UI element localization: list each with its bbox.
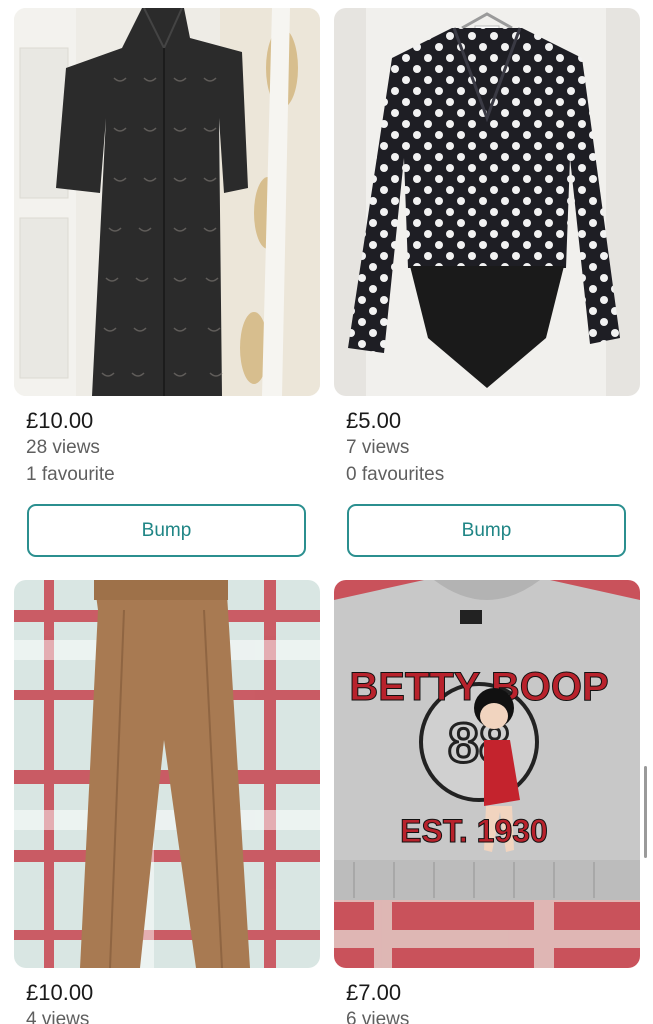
listing-card[interactable]: £10.00 4 views xyxy=(14,580,320,1024)
listing-photo-trousers[interactable] xyxy=(14,580,320,968)
listing-favourites: 0 favourites xyxy=(346,464,445,485)
betty-boop-sweatshirt-photo: 88 BETTY BOOP EST. 1930 xyxy=(334,580,640,968)
scrollbar-thumb[interactable] xyxy=(644,766,647,858)
print-est: EST. 1930 xyxy=(400,813,548,849)
trousers-photo xyxy=(14,580,320,968)
listing-views: 4 views xyxy=(26,1009,90,1024)
listing-views: 28 views xyxy=(26,437,100,458)
listing-price: £10.00 xyxy=(26,980,94,1005)
bump-button[interactable]: Bump xyxy=(27,504,306,557)
bump-button[interactable]: Bump xyxy=(347,504,626,557)
listing-grid: £10.00 28 views 1 favourite Bump £5.00 7… xyxy=(0,0,653,1024)
listing-favourites: 1 favourite xyxy=(26,464,115,485)
listing-photo-polka-bodysuit[interactable] xyxy=(334,8,640,396)
listing-card[interactable]: £5.00 7 views 0 favourites Bump xyxy=(334,8,640,557)
listing-photo-betty-boop-sweatshirt[interactable]: 88 BETTY BOOP EST. 1930 xyxy=(334,580,640,968)
listing-views: 6 views xyxy=(346,1009,410,1024)
listing-price: £10.00 xyxy=(26,408,94,433)
listing-photo-dress[interactable] xyxy=(14,8,320,396)
listing-price: £7.00 xyxy=(346,980,402,1005)
polka-bodysuit-photo xyxy=(334,8,640,396)
listing-card[interactable]: 88 BETTY BOOP EST. 1930 £7.00 6 views xyxy=(334,580,640,1024)
listing-price: £5.00 xyxy=(346,408,402,433)
listing-views: 7 views xyxy=(346,437,410,458)
dress-photo xyxy=(14,8,320,396)
listing-card[interactable]: £10.00 28 views 1 favourite Bump xyxy=(14,8,320,557)
